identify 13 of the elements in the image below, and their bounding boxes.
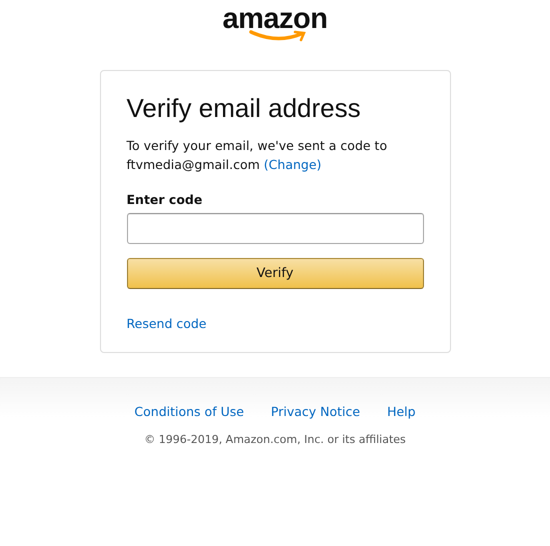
verify-button[interactable]: Verify xyxy=(126,258,424,289)
resend-link[interactable]: Resend code xyxy=(126,316,206,331)
verify-message: To verify your email, we've sent a code to ftvmedia@gmail.com (Change) xyxy=(126,137,388,174)
footer-link[interactable]: Help xyxy=(387,404,416,419)
footer-link[interactable]: Privacy Notice xyxy=(270,404,360,419)
code-input-field[interactable] xyxy=(126,213,424,244)
amazon-logo[interactable]: amazon xyxy=(222,4,328,34)
copyright-text: © 1996-2019, Amazon.com, Inc. or its affiliates xyxy=(144,433,406,446)
smile-arrow-icon xyxy=(248,30,307,42)
change-link[interactable]: (Change) xyxy=(264,157,322,172)
page-title: Verify email address xyxy=(126,92,362,125)
field-label: Enter code xyxy=(126,192,204,207)
footer-link[interactable]: Conditions of Use xyxy=(134,404,244,419)
